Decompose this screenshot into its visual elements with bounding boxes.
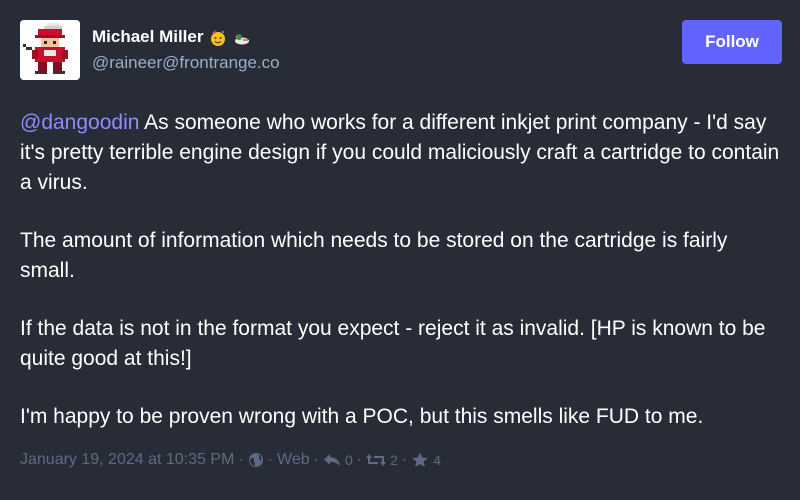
boost-count: 2 <box>390 452 398 468</box>
post-meta: January 19, 2024 at 10:35 PM · · Web · 0… <box>20 448 441 472</box>
post-paragraph-2: The amount of information which needs to… <box>20 229 728 282</box>
post-content: @dangoodin As someone who works for a di… <box>20 108 786 460</box>
duck-emoji <box>235 33 250 45</box>
reply-icon[interactable]: 0 <box>323 452 353 468</box>
avatar[interactable] <box>20 20 80 80</box>
post-card: Michael Miller @raineer@frontrange.co Fo… <box>0 0 800 500</box>
reply-count: 0 <box>344 452 353 468</box>
star-icon[interactable]: 4 <box>411 452 441 468</box>
follow-button[interactable]: Follow <box>682 20 782 64</box>
boost-icon[interactable]: 2 <box>366 452 398 468</box>
meta-separator: · <box>356 451 363 468</box>
meta-separator: · <box>313 451 319 468</box>
favourite-count: 4 <box>433 452 442 468</box>
mention-link[interactable]: @dangoodin <box>20 111 139 134</box>
post-paragraph-4: I'm happy to be proven wrong with a POC,… <box>20 405 704 428</box>
post-paragraph-1: @dangoodin As someone who works for a di… <box>20 108 786 198</box>
meta-separator: · <box>401 451 408 468</box>
account-handle[interactable]: @raineer@frontrange.co <box>92 52 280 74</box>
source-label: Web <box>277 451 310 468</box>
display-name[interactable]: Michael Miller <box>92 26 251 48</box>
meta-separator: · <box>267 451 274 468</box>
globe-icon <box>248 452 264 468</box>
post-paragraph-3: If the data is not in the format you exp… <box>20 317 766 370</box>
party-face-emoji <box>211 29 226 46</box>
display-name-text: Michael Miller <box>92 27 204 46</box>
timestamp[interactable]: January 19, 2024 at 10:35 PM <box>20 451 234 469</box>
meta-separator: · <box>238 451 244 468</box>
